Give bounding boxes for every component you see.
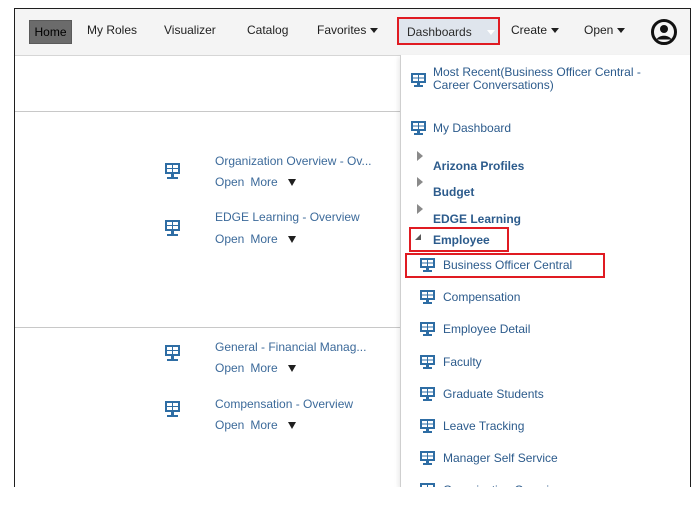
app-window: Home My Roles Visualizer Catalog Favorit… — [14, 8, 691, 487]
dashboard-icon[interactable] — [164, 162, 181, 180]
dashboard-icon[interactable] — [164, 219, 181, 237]
tile-title[interactable]: General - Financial Manag... — [215, 340, 366, 354]
most-recent-line1: Most Recent(Business Officer Central - — [433, 65, 641, 79]
menu-item-label: Compensation — [443, 290, 521, 304]
dashboard-icon — [420, 355, 435, 369]
dashboard-icon — [411, 121, 426, 135]
tile-more-label: More — [250, 175, 278, 189]
tile-more-link[interactable]: More — [250, 418, 302, 432]
tile-open-link[interactable]: Open — [215, 418, 244, 432]
expand-arrow-icon — [417, 177, 423, 187]
section-divider — [15, 111, 405, 112]
user-avatar-icon[interactable] — [651, 19, 677, 45]
expand-arrow-icon — [417, 204, 423, 214]
nav-my-roles[interactable]: My Roles — [87, 23, 137, 37]
tile-open-link[interactable]: Open — [215, 361, 244, 375]
tile-more-label: More — [250, 232, 278, 246]
tile-more-link[interactable]: More — [250, 361, 302, 375]
dashboard-icon[interactable] — [164, 344, 181, 362]
dashboard-icon — [420, 387, 435, 401]
nav-visualizer[interactable]: Visualizer — [164, 23, 216, 37]
nav-create-label: Create — [511, 23, 548, 37]
tile-title[interactable]: Organization Overview - Ov... — [215, 154, 372, 168]
top-nav-bar: Home My Roles Visualizer Catalog Favorit… — [15, 9, 690, 56]
dashboard-icon — [420, 451, 435, 465]
dashboard-icon — [420, 419, 435, 433]
triangle-down-icon — [288, 236, 297, 244]
tile-open-link[interactable]: Open — [215, 232, 244, 246]
triangle-down-icon — [288, 365, 297, 373]
nav-favorites[interactable]: Favorites — [317, 23, 379, 37]
expand-arrow-icon — [417, 151, 423, 161]
folder-label: Employee — [433, 233, 490, 247]
nav-open[interactable]: Open — [584, 23, 626, 37]
menu-item-label: Leave Tracking — [443, 419, 525, 433]
folder-label: EDGE Learning — [433, 212, 522, 226]
nav-create[interactable]: Create — [511, 23, 560, 37]
dashboard-icon — [420, 290, 435, 304]
tile-more-link[interactable]: More — [250, 175, 302, 189]
menu-item-label: Employee Detail — [443, 322, 531, 336]
folder-label: Budget — [433, 185, 475, 199]
nav-dashboards-label: Dashboards — [407, 25, 472, 39]
tile-links: Open More — [215, 418, 308, 432]
triangle-down-icon — [288, 179, 297, 187]
nav-dashboards-highlighted[interactable]: Dashboards — [397, 17, 500, 45]
nav-catalog[interactable]: Catalog — [247, 23, 288, 37]
menu-item-label: Graduate Students — [443, 387, 544, 401]
caret-down-icon — [551, 28, 560, 34]
tile-links: Open More — [215, 175, 308, 189]
section-divider — [15, 327, 405, 328]
menu-item-label: Organization Overview — [443, 483, 564, 487]
dashboard-icon[interactable] — [164, 400, 181, 418]
dashboard-icon — [420, 483, 435, 487]
nav-open-label: Open — [584, 23, 614, 37]
dashboard-icon — [420, 322, 435, 336]
tile-more-label: More — [250, 361, 278, 375]
triangle-down-icon — [288, 422, 297, 430]
tile-open-link[interactable]: Open — [215, 175, 244, 189]
folder-label: Arizona Profiles — [433, 159, 525, 173]
caret-down-icon — [487, 30, 495, 35]
my-dashboard-label: My Dashboard — [433, 121, 512, 135]
tile-more-link[interactable]: More — [250, 232, 302, 246]
collapse-arrow-icon — [415, 234, 421, 240]
tile-title[interactable]: EDGE Learning - Overview — [215, 210, 360, 224]
caret-down-icon — [370, 28, 379, 34]
dashboard-icon — [411, 73, 426, 87]
menu-item-label: Manager Self Service — [443, 451, 558, 465]
nav-home-button[interactable]: Home — [29, 20, 72, 44]
tile-links: Open More — [215, 232, 308, 246]
caret-down-icon — [617, 28, 626, 34]
tile-title[interactable]: Compensation - Overview — [215, 397, 353, 411]
tile-more-label: More — [250, 418, 278, 432]
most-recent-line2: Career Conversations) — [433, 78, 554, 92]
business-officer-highlight-box — [405, 253, 605, 278]
nav-favorites-label: Favorites — [317, 23, 367, 37]
menu-item-label: Faculty — [443, 355, 482, 369]
tile-links: Open More — [215, 361, 308, 375]
